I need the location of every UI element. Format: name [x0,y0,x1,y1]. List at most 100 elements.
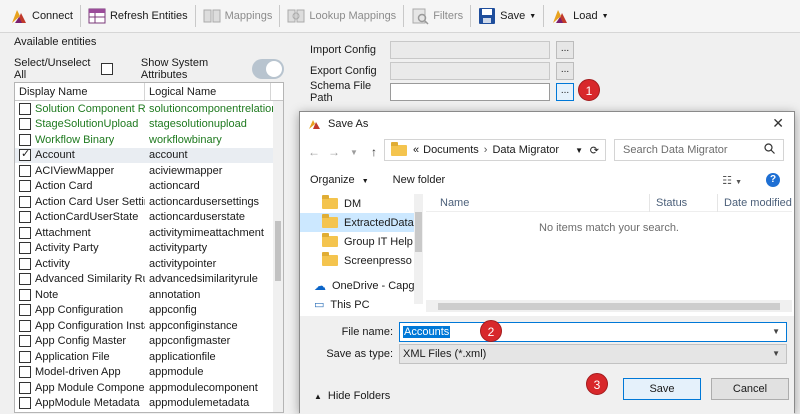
column-header-date-modified[interactable]: Date modified [718,194,792,212]
help-icon[interactable]: ? [766,173,780,187]
connect-button[interactable]: Connect [6,3,77,29]
nav-item[interactable]: DM [300,194,422,213]
chevron-down-icon[interactable]: ▼ [575,146,583,155]
caret-up-icon: ▲ [314,392,322,401]
dialog-save-button[interactable]: Save [623,378,701,400]
table-row[interactable]: App Configuration Insta...appconfiginsta… [15,318,283,334]
nav-item[interactable]: Group IT Help [300,232,422,251]
table-row[interactable]: Model-driven Appappmodule [15,365,283,381]
nav-item[interactable]: Screenpresso [300,251,422,270]
load-button[interactable]: Load ▼ [547,3,612,29]
refresh-entities-button[interactable]: Refresh Entities [84,3,192,29]
table-row[interactable]: Attachment activitymimeattachment [15,225,283,241]
row-checkbox[interactable] [19,366,31,378]
show-system-attributes-toggle[interactable] [252,59,284,79]
row-checkbox[interactable] [19,180,31,192]
row-checkbox[interactable] [19,382,31,394]
mappings-icon [203,7,221,25]
export-config-input[interactable] [390,62,550,80]
table-row[interactable]: Activityactivitypointer [15,256,283,272]
nav-item[interactable]: ExtractedData [300,213,422,232]
file-list-scrollbar[interactable] [426,300,792,312]
mappings-button[interactable]: Mappings [199,3,277,29]
table-row[interactable]: Activity Partyactivityparty [15,241,283,257]
chevron-down-icon[interactable]: ▼ [772,327,780,336]
row-checkbox[interactable] [19,289,31,301]
table-row[interactable]: Accountaccount [15,148,283,164]
row-checkbox[interactable] [19,397,31,409]
row-checkbox[interactable] [19,103,31,115]
column-header-logical-name[interactable]: Logical Name [145,83,271,100]
row-checkbox[interactable] [19,242,31,254]
column-header-display-name[interactable]: Display Name [15,83,145,100]
row-checkbox[interactable] [19,320,31,332]
table-row[interactable]: Solution Component Rel...solutioncompone… [15,101,283,117]
row-checkbox[interactable] [19,351,31,363]
refresh-icon[interactable]: ⟳ [590,144,599,157]
table-row[interactable]: StageSolutionUploadstagesolutionupload [15,117,283,133]
recent-locations-chevron-icon[interactable]: ▼ [344,148,364,157]
row-checkbox[interactable] [19,258,31,270]
nav-item[interactable]: ☁OneDrive - Capge [300,276,422,295]
row-checkbox[interactable] [19,335,31,347]
table-row[interactable]: ActionCardUserStateactioncarduserstate [15,210,283,226]
table-row[interactable]: Advanced Similarity Ruleadvancedsimilari… [15,272,283,288]
row-checkbox[interactable] [19,211,31,223]
breadcrumb-data-migrator[interactable]: Data Migrator [492,144,559,156]
schema-file-path-input[interactable] [390,83,550,101]
table-row[interactable]: Workflow Binaryworkflowbinary [15,132,283,148]
table-row[interactable]: Application Fileapplicationfile [15,349,283,365]
row-checkbox[interactable] [19,165,31,177]
table-row[interactable]: ACIViewMapperaciviewmapper [15,163,283,179]
search-input[interactable]: Search Data Migrator [614,139,784,161]
schema-file-path-browse-button[interactable]: ... [556,83,574,101]
back-arrow-icon[interactable]: ← [304,145,324,159]
file-list: Name Status Date modified No items match… [426,194,792,312]
table-row[interactable]: App Configurationappconfig [15,303,283,319]
import-config-browse-button[interactable]: ... [556,41,574,59]
column-header-status[interactable]: Status [650,194,718,212]
scrollbar-thumb[interactable] [275,221,281,281]
logical-name: actioncardusersettings [145,196,273,208]
row-checkbox[interactable] [19,134,31,146]
file-name-input[interactable]: Accounts ▼ [399,322,787,342]
row-checkbox[interactable] [19,273,31,285]
row-checkbox[interactable] [19,149,31,161]
lookup-mappings-button[interactable]: Lookup Mappings [283,3,400,29]
address-bar[interactable]: « Documents › Data Migrator ▼ ⟳ [384,139,606,161]
table-row[interactable]: AppModule Metadataappmodulemetadata [15,396,283,412]
nav-item[interactable]: ▭This PC [300,295,422,312]
logical-name: activitymimeattachment [145,227,273,239]
dialog-command-bar: Organize ▼ New folder ☷ ▼ ? [300,168,794,192]
close-icon[interactable]: ✕ [772,115,784,132]
table-row[interactable]: Noteannotation [15,287,283,303]
view-options-icon[interactable]: ☷ ▼ [722,174,742,187]
organize-button[interactable]: Organize ▼ [310,174,369,186]
table-row[interactable]: Action Card User Settingsactioncardusers… [15,194,283,210]
table-row[interactable]: App Module Componentappmodulecomponent [15,380,283,396]
hide-folders-button[interactable]: ▲ Hide Folders [314,390,390,402]
row-checkbox[interactable] [19,304,31,316]
row-checkbox[interactable] [19,118,31,130]
dialog-cancel-button[interactable]: Cancel [711,378,789,400]
filters-button[interactable]: Filters [407,3,467,29]
column-header-name[interactable]: Name [426,194,650,212]
row-checkbox[interactable] [19,196,31,208]
save-as-type-select[interactable]: XML Files (*.xml) ▼ [399,344,787,364]
select-all-checkbox[interactable] [101,63,113,75]
new-folder-button[interactable]: New folder [393,174,446,186]
up-arrow-icon[interactable]: ↑ [364,145,384,159]
export-config-browse-button[interactable]: ... [556,62,574,80]
navigation-scrollbar[interactable] [414,194,423,304]
table-row[interactable]: App Config Masterappconfigmaster [15,334,283,350]
breadcrumb-documents[interactable]: Documents [423,144,479,156]
display-name: Attachment [35,227,91,239]
row-checkbox[interactable] [19,227,31,239]
forward-arrow-icon[interactable]: → [324,145,344,159]
grid-scrollbar[interactable] [273,101,283,413]
table-row[interactable]: Action Cardactioncard [15,179,283,195]
import-config-input[interactable] [390,41,550,59]
scrollbar-thumb[interactable] [438,303,780,310]
scrollbar-thumb[interactable] [415,212,422,252]
save-button[interactable]: Save ▼ [474,3,540,29]
